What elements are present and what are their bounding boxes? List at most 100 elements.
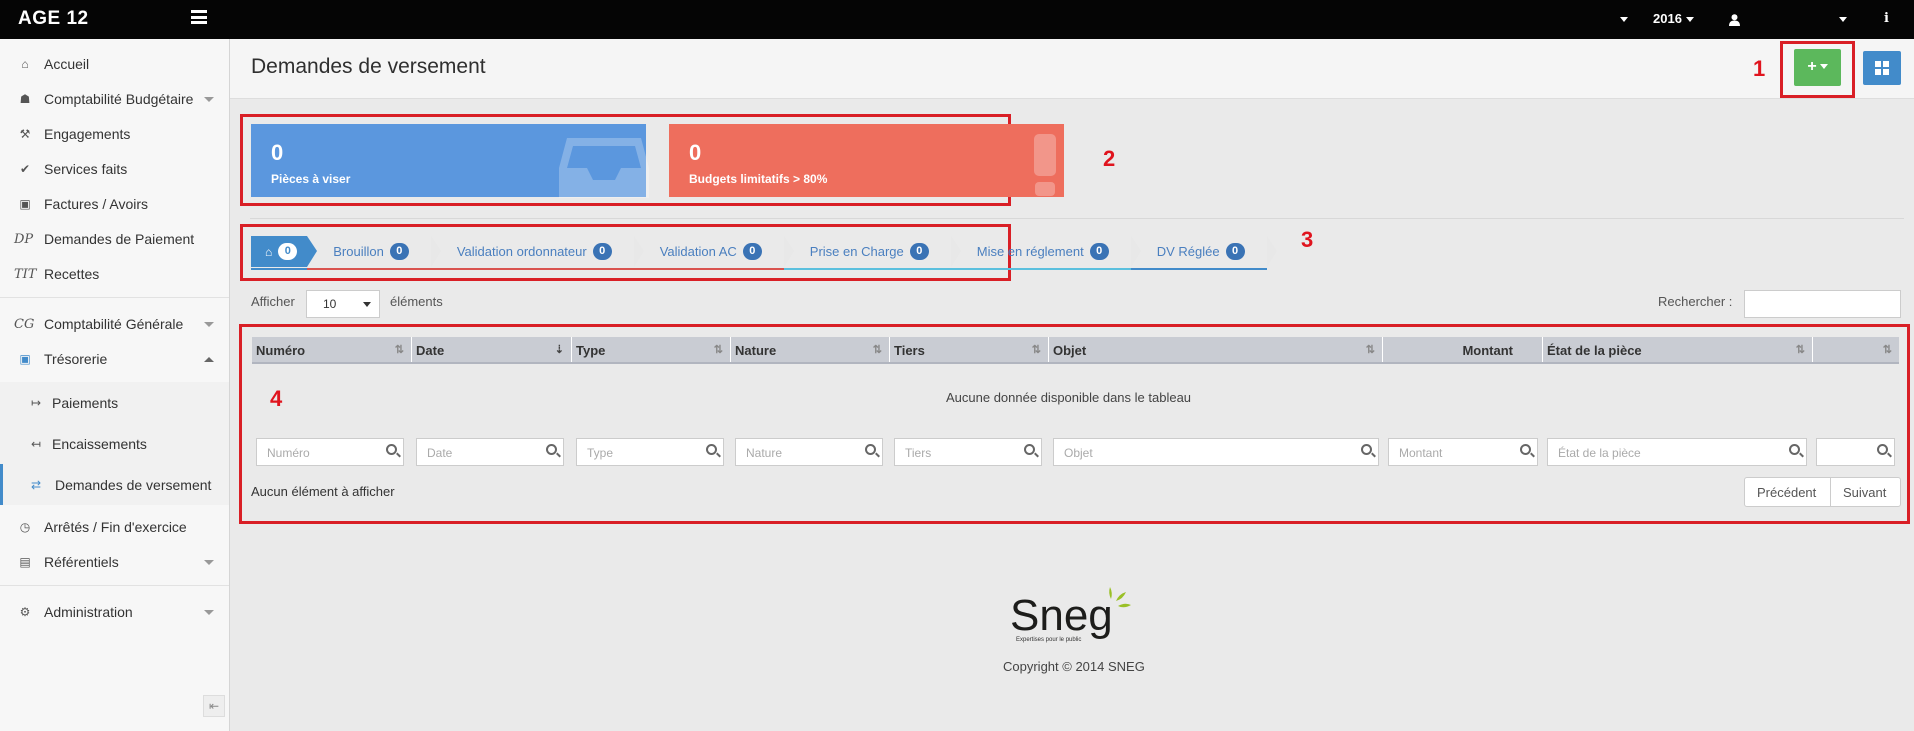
- column-header-objet[interactable]: Objet ⇅: [1049, 337, 1383, 362]
- sidebar-item-factures-avoirs[interactable]: ▣ Factures / Avoirs: [0, 187, 229, 221]
- search-icon: [1520, 444, 1531, 455]
- chevron-down-icon: [204, 97, 214, 102]
- exchange-icon: ⇄: [30, 477, 42, 492]
- column-header-nature[interactable]: Nature ⇅: [731, 337, 890, 362]
- step-count: 0: [742, 243, 762, 260]
- column-header-date[interactable]: Date ⇣: [412, 337, 572, 362]
- column-header-actions[interactable]: ⇅: [1813, 337, 1899, 362]
- page-length-select[interactable]: 10: [306, 290, 380, 318]
- sidebar-item-label: Demandes de Paiement: [44, 231, 195, 247]
- app-brand[interactable]: AGE 12: [18, 8, 89, 30]
- filter-placeholder: Numéro: [267, 446, 310, 460]
- sort-icon: ⇅: [872, 344, 882, 356]
- filter-input-nature[interactable]: Nature: [735, 438, 883, 466]
- sidebar-item-services-faits[interactable]: ✔ Services faits: [0, 152, 229, 186]
- grid-view-button[interactable]: [1863, 51, 1901, 85]
- sitemap-icon: ☗: [19, 92, 31, 106]
- chevron-down-icon: [204, 322, 214, 327]
- filter-input-numero[interactable]: Numéro: [256, 438, 404, 466]
- sidebar-collapse-icon[interactable]: ⇤: [203, 695, 225, 717]
- exclamation-icon: [1034, 134, 1056, 196]
- book-icon: ▤: [19, 555, 31, 569]
- step-brouillon[interactable]: Brouillon 0: [307, 236, 441, 270]
- sidebar-item-comptabilite-generale[interactable]: CG Comptabilité Générale: [0, 307, 229, 341]
- add-dropdown-button[interactable]: +: [1794, 49, 1841, 86]
- column-header-tiers[interactable]: Tiers ⇅: [890, 337, 1049, 362]
- sidebar-item-tresorerie[interactable]: ▣ Trésorerie: [0, 342, 229, 376]
- filter-input-date[interactable]: Date: [416, 438, 564, 466]
- year-selector[interactable]: 2016: [1653, 11, 1694, 26]
- filter-input-montant[interactable]: Montant: [1388, 438, 1538, 466]
- sidebar-item-comptabilite-budgetaire[interactable]: ☗ Comptabilité Budgétaire: [0, 82, 229, 116]
- step-label: Validation AC: [659, 244, 737, 259]
- sidebar-item-demandes-de-versement[interactable]: ⇄ Demandes de versement: [0, 464, 229, 505]
- stat-label: Pièces à viser: [271, 172, 351, 186]
- sidebar-item-encaissements[interactable]: ↤ Encaissements: [0, 423, 229, 464]
- sort-icon: ⇅: [713, 344, 723, 356]
- sign-out-icon: ↦: [30, 395, 42, 410]
- step-count: 0: [592, 243, 612, 260]
- search-label: Rechercher :: [1658, 294, 1733, 309]
- gavel-icon: ⚒: [19, 127, 31, 141]
- user-menu[interactable]: [1729, 11, 1847, 26]
- filter-input-type[interactable]: Type: [576, 438, 724, 466]
- cogs-icon: ⚙: [19, 605, 31, 619]
- sidebar-item-label: Engagements: [44, 126, 131, 142]
- sidebar-item-engagements[interactable]: ⚒ Engagements: [0, 117, 229, 151]
- column-header-etat[interactable]: État de la pièce ⇅: [1543, 337, 1813, 362]
- copyright-text: Copyright © 2014 SNEG: [1003, 659, 1145, 674]
- menu-toggle-icon[interactable]: [191, 10, 207, 24]
- info-icon[interactable]: i: [1884, 11, 1889, 26]
- step-count: 0: [1225, 243, 1245, 260]
- sidebar-item-demandes-de-paiement[interactable]: DP Demandes de Paiement: [0, 222, 229, 256]
- step-validation-ordonnateur[interactable]: Validation ordonnateur 0: [430, 236, 644, 270]
- column-header-type[interactable]: Type ⇅: [572, 337, 731, 362]
- search-input[interactable]: [1744, 290, 1901, 318]
- sidebar-item-label: Référentiels: [44, 554, 119, 570]
- dropdown-caret-button[interactable]: [1620, 11, 1628, 26]
- sneg-logo-mark: Sneg Expertises pour le public: [1010, 587, 1131, 643]
- page-title: Demandes de versement: [251, 55, 486, 78]
- step-home[interactable]: ⌂ 0: [251, 236, 318, 270]
- column-label: Type: [576, 343, 606, 358]
- sidebar-item-recettes[interactable]: TIT Recettes: [0, 257, 229, 291]
- column-header-montant[interactable]: Montant: [1383, 337, 1543, 362]
- logo-text: Sneg: [1010, 591, 1113, 640]
- filter-placeholder: Montant: [1399, 446, 1443, 460]
- step-validation-ac[interactable]: Validation AC 0: [633, 236, 794, 270]
- filter-input-etat[interactable]: État de la pièce: [1547, 438, 1807, 466]
- cg-text-icon: CG: [14, 316, 35, 332]
- sidebar: ⌂ Accueil ☗ Comptabilité Budgétaire ⚒ En…: [0, 39, 230, 731]
- filter-input-objet[interactable]: Objet: [1053, 438, 1379, 466]
- check-icon: ✔: [19, 162, 31, 176]
- column-header-numero[interactable]: Numéro ⇅: [252, 337, 412, 362]
- filter-input-tiers[interactable]: Tiers: [894, 438, 1042, 466]
- filter-input-actions[interactable]: [1816, 438, 1895, 466]
- search-icon: [865, 444, 876, 455]
- table-header: Numéro ⇅ Date ⇣ Type ⇅ Nature ⇅ Tiers ⇅ Objet…: [252, 337, 1899, 364]
- pagination-next-button[interactable]: Suivant: [1830, 477, 1901, 507]
- sign-in-icon: ↤: [30, 436, 42, 451]
- chevron-down-icon: [204, 560, 214, 565]
- sidebar-item-accueil[interactable]: ⌂ Accueil: [0, 47, 229, 81]
- sort-desc-icon: ⇣: [554, 344, 564, 356]
- sidebar-item-administration[interactable]: ⚙ Administration: [0, 595, 229, 629]
- chevron-down-icon: [204, 610, 214, 615]
- stat-card-budgets[interactable]: 0 Budgets limitatifs > 80%: [669, 124, 1064, 197]
- step-mise-en-reglement[interactable]: Mise en réglement 0: [950, 236, 1141, 270]
- filter-placeholder: Type: [587, 446, 614, 460]
- sidebar-item-arretes[interactable]: ◷ Arrêtés / Fin d'exercice: [0, 510, 229, 544]
- section-divider: [250, 218, 1904, 219]
- stat-card-pieces[interactable]: 0 Pièces à viser: [251, 124, 649, 198]
- home-icon: ⌂: [21, 57, 29, 71]
- sidebar-item-referentiels[interactable]: ▤ Référentiels: [0, 545, 229, 579]
- step-prise-en-charge[interactable]: Prise en Charge 0: [783, 236, 961, 270]
- tit-text-icon: TIT: [14, 266, 37, 282]
- pagination-previous-button[interactable]: Précédent: [1744, 477, 1831, 507]
- sidebar-item-label: Recettes: [44, 266, 100, 282]
- step-dv-reglee[interactable]: DV Réglée 0: [1130, 236, 1277, 270]
- filter-placeholder: État de la pièce: [1558, 446, 1641, 460]
- sidebar-item-label: Factures / Avoirs: [44, 196, 149, 212]
- step-label: Prise en Charge: [809, 244, 904, 259]
- sidebar-item-paiements[interactable]: ↦ Paiements: [0, 382, 229, 423]
